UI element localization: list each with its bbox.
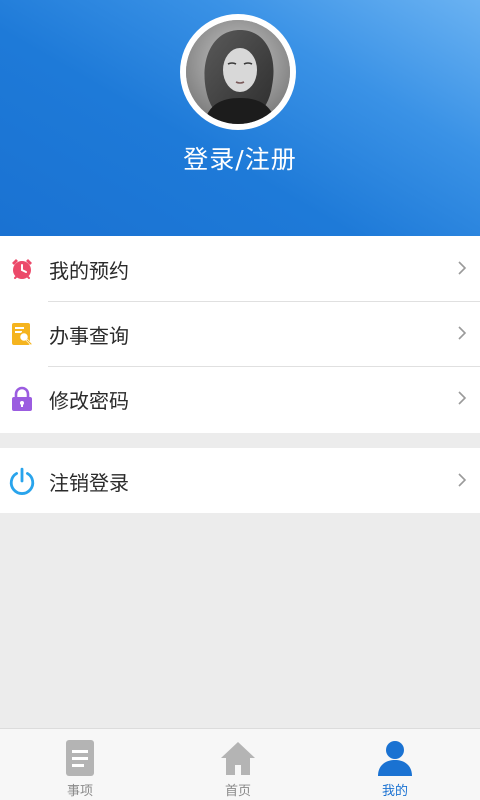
tab-label: 首页 bbox=[224, 784, 251, 799]
screen: 登录/注册 我的预约 办事查询 修改密码 注销登录 事项 首页 我的 bbox=[0, 0, 480, 800]
tab-items[interactable]: 事项 bbox=[0, 729, 160, 800]
bottom-nav: 事项 首页 我的 bbox=[0, 728, 480, 800]
document-search-icon bbox=[12, 323, 33, 346]
home-icon bbox=[221, 742, 255, 775]
menu-item-label: 修改密码 bbox=[49, 389, 129, 413]
tab-label: 我的 bbox=[381, 784, 408, 799]
menu-group-logout: 注销登录 bbox=[0, 448, 480, 513]
person-icon bbox=[378, 741, 412, 776]
tab-mine[interactable]: 我的 bbox=[315, 729, 475, 800]
login-register-link[interactable]: 登录/注册 bbox=[0, 140, 480, 176]
menu-item-change-password[interactable]: 修改密码 bbox=[0, 366, 480, 431]
avatar[interactable] bbox=[186, 20, 290, 124]
menu-group-main: 我的预约 办事查询 修改密码 bbox=[0, 236, 480, 433]
divider bbox=[48, 366, 480, 367]
document-icon bbox=[66, 740, 94, 776]
menu-item-label: 办事查询 bbox=[49, 324, 129, 348]
avatar-ring[interactable] bbox=[180, 14, 296, 130]
divider bbox=[48, 301, 480, 302]
chevron-right-icon bbox=[458, 391, 467, 405]
chevron-right-icon bbox=[458, 326, 467, 340]
power-icon bbox=[9, 467, 35, 495]
menu-item-query[interactable]: 办事查询 bbox=[0, 301, 480, 366]
lock-icon bbox=[12, 386, 32, 411]
tab-home[interactable]: 首页 bbox=[158, 729, 318, 800]
chevron-right-icon bbox=[458, 261, 467, 275]
profile-header: 登录/注册 bbox=[0, 0, 480, 236]
chevron-right-icon bbox=[458, 473, 467, 487]
menu-item-appointments[interactable]: 我的预约 bbox=[0, 236, 480, 301]
menu-item-label: 我的预约 bbox=[49, 259, 129, 283]
tab-label: 事项 bbox=[66, 784, 93, 799]
menu-item-logout[interactable]: 注销登录 bbox=[0, 448, 480, 513]
menu-item-label: 注销登录 bbox=[49, 471, 129, 495]
alarm-clock-icon bbox=[12, 259, 32, 279]
avatar-photo bbox=[186, 20, 290, 124]
